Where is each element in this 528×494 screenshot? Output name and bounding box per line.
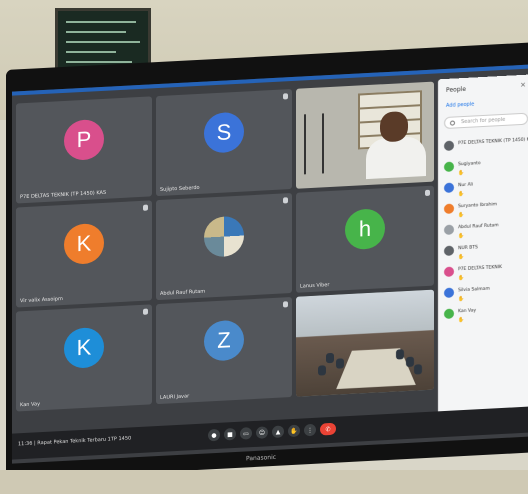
search-icon [450,120,455,126]
avatar [444,266,454,278]
participant-tile[interactable]: S Sujipto Seberdo [156,89,292,197]
participant-name: Kan Vay [20,401,41,409]
avatar [444,203,454,215]
monitor-brand-logo: Panasonic [246,453,277,463]
avatar [444,287,454,299]
mic-muted-icon [283,93,288,100]
list-item[interactable]: Kan Vay ✋ [444,303,528,329]
people-panel: People × Add people Search for people P7… [438,74,528,430]
raise-hand-icon: ✋ [458,190,465,198]
avatar [444,308,454,320]
avatar: P [64,118,104,161]
raise-hand-icon[interactable]: ✋ [288,424,300,438]
participant-name: NUR BTS [458,245,478,252]
participant-name: Abdul Rauf Rutam [458,223,499,231]
avatar: Z [204,319,244,362]
participant-name: Sugiyanto [458,161,481,168]
avatar [444,224,454,236]
camera-icon[interactable]: ■ [224,427,236,441]
participant-name: P7E DELTAS TEKNIK (TP 1450) KAS [458,137,528,147]
participant-name: Sujipto Seberdo [160,184,200,193]
photo-scene: P P7E DELTAS TEKNIK (TP 1450) KAS S Suji… [0,0,528,494]
participant-tile[interactable]: Abdul Rauf Rutam [156,193,292,301]
participant-name: P7E DELTAS TEKNIK [458,265,502,273]
avatar: h [345,208,385,251]
add-people-button[interactable]: Add people [446,101,474,108]
search-placeholder: Search for people [461,116,506,126]
monitor: P P7E DELTAS TEKNIK (TP 1450) KAS S Suji… [6,42,528,480]
avatar [444,140,454,152]
participant-head [380,110,408,143]
raise-hand-icon: ✋ [458,232,465,240]
meeting-room-camera-tile[interactable] [296,289,434,397]
meeting-screen: P P7E DELTAS TEKNIK (TP 1450) KAS S Suji… [12,64,528,464]
avatar: K [64,222,104,265]
avatar [444,182,454,194]
video-grid: P P7E DELTAS TEKNIK (TP 1450) KAS S Suji… [16,81,434,420]
mic-muted-icon [425,189,430,197]
participant-camera-tile[interactable] [296,81,434,189]
mic-muted-icon [283,301,288,308]
participant-name: Nur Ali [458,182,474,189]
raise-hand-icon: ✋ [458,211,465,219]
participant-tile[interactable]: Z LAURI Javar [156,297,292,405]
participant-name: LAURI Javar [160,393,190,401]
more-icon[interactable]: ⋮ [304,423,316,437]
search-input[interactable]: Search for people [444,112,528,130]
mic-icon[interactable]: ● [208,428,220,442]
meeting-info: 11:36 | Rapat Pekan Teknik Terbaru 1TP 1… [18,435,132,448]
emoji-icon[interactable]: ☺ [256,426,268,439]
captions-icon[interactable]: ▭ [240,427,252,440]
raise-hand-icon: ✋ [458,253,465,261]
participant-tile[interactable]: h Lanus Viber [296,185,434,293]
end-call-icon[interactable]: ✆ [320,422,336,436]
raise-hand-icon: ✋ [458,169,465,177]
raise-hand-icon: ✋ [458,316,465,324]
close-icon[interactable]: × [520,81,526,89]
mic-muted-icon [143,308,148,315]
participant-body [366,135,426,180]
avatar-photo [204,215,244,258]
avatar: K [64,326,104,369]
participant-name: Lanus Viber [300,282,330,290]
participant-tile[interactable]: K Kan Vay [16,304,152,412]
present-icon[interactable]: ▲ [272,425,284,439]
raise-hand-icon: ✋ [458,274,465,282]
participant-list: P7E DELTAS TEKNIK (TP 1450) KAS Sugiyant… [444,135,528,329]
lamp [304,113,324,175]
avatar [444,245,454,257]
avatar [444,161,454,173]
participant-tile[interactable]: P P7E DELTAS TEKNIK (TP 1450) KAS [16,96,152,204]
participant-name: Abdul Rauf Rutam [160,288,206,297]
raise-hand-icon: ✋ [458,295,465,303]
participant-name: Kan Vay [458,308,477,315]
panel-title: People [446,85,466,94]
participant-name: Vir valix Assoipm [20,296,63,305]
participant-name: Silvia Salmam [458,286,490,294]
participant-name: P7E DELTAS TEKNIK (TP 1450) KAS [20,189,107,201]
desk [0,470,528,494]
participant-tile[interactable]: K Vir valix Assoipm [16,200,152,308]
mic-muted-icon [283,197,288,204]
mic-muted-icon [143,204,148,211]
avatar: S [204,111,244,154]
participant-name: Suryanto Ibrahim [458,202,498,210]
